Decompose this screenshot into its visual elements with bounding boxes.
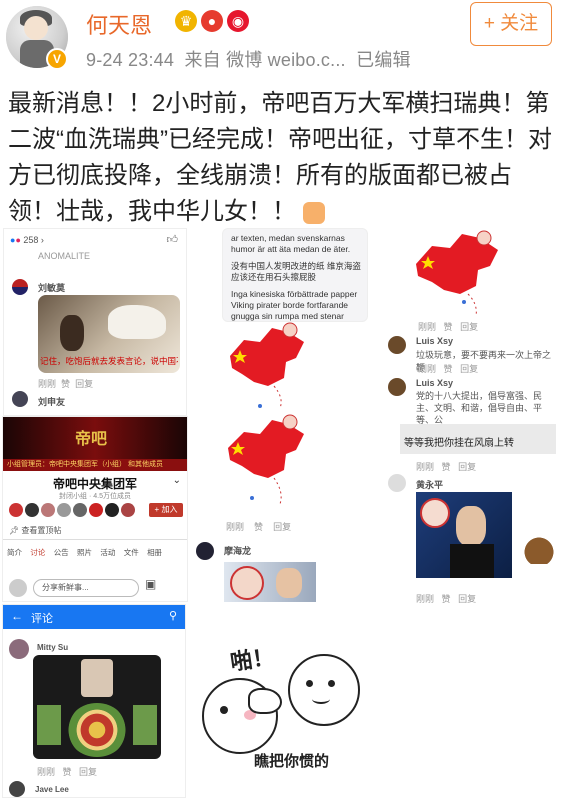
post-source[interactable]: 来自 微博 weibo.c... (184, 50, 345, 70)
tab-events[interactable]: 活动 (100, 548, 115, 557)
comment-actions[interactable]: 刚刚 赞 回复 (418, 320, 478, 333)
china-map-2 (228, 414, 304, 505)
comment-user: Jave Lee (35, 785, 69, 794)
pin-icon: 📌︎ (9, 526, 20, 535)
user-avatar (9, 579, 27, 597)
comments-title: 评论 (31, 613, 53, 625)
pinned-posts[interactable]: 📌︎ 查看置顶帖 (9, 525, 61, 536)
post-meta: 9-24 23:44 来自 微博 weibo.c... 已编辑 (86, 46, 411, 72)
tab-photos[interactable]: 照片 (77, 548, 92, 557)
comment-user: 黄永平 (416, 480, 444, 490)
comment-user: 刘敏莫 (38, 283, 66, 293)
meme-photo (224, 562, 316, 602)
meme-photo (416, 492, 512, 578)
weibo-icon: ◉ (227, 10, 249, 32)
poop-icon (524, 524, 554, 564)
comment-user: Mitty Su (37, 643, 69, 652)
comment-user: Luis Xsy (416, 378, 454, 388)
join-button[interactable]: + 加入 (149, 503, 183, 517)
hands-emoji-icon (302, 201, 325, 224)
comment-actions[interactable]: 刚刚 赞 回复 (226, 520, 291, 533)
author-name[interactable]: 何天恩 (86, 8, 152, 40)
right-face (288, 654, 360, 726)
photo-caption: 记住，吃饱后就去发表言论，说中国不好 (40, 356, 178, 366)
post-image-4[interactable]: 帝吧 小组管理员：帝吧中央集团军（小组） 和其他成员 帝吧中央集团军 ⌄ 封闭小… (2, 416, 188, 602)
user-badges: ♛ ● ◉ (175, 10, 253, 32)
lightbulb-icon: ● (201, 10, 223, 32)
post-image-5[interactable]: ← 评论 ⚲ Mitty Su 刚刚 赞 回复 Jave Lee (2, 604, 186, 798)
slap-hand (248, 688, 282, 714)
user-avatar (12, 279, 28, 295)
back-arrow-icon[interactable]: ← (11, 609, 23, 623)
comment-snippet: ANOMALITE (38, 251, 91, 261)
post-image-6[interactable]: 摩海龙 (196, 538, 320, 608)
chevron-down-icon[interactable]: ⌄ (173, 475, 181, 486)
post-image-3[interactable]: 刚刚 赞 回复 Luis Xsy 垃圾玩意，要不要再来一次上帝之鞭 刚刚 赞 回… (386, 228, 560, 608)
tab-announcements[interactable]: 公告 (54, 548, 69, 557)
follow-button[interactable]: + 关注 (470, 2, 552, 46)
post-image-2[interactable]: ar texten, medan svenskarnas humor är at… (222, 228, 368, 322)
comment-actions[interactable]: 刚刚 赞 回复 (416, 592, 476, 605)
meme-caption: 瞧把你惯的 (254, 753, 330, 770)
comment-actions[interactable]: 刚刚 赞 回复 (416, 460, 476, 473)
comment-text: 党的十八大提出，倡导富强、民主、文明、和谐，倡导自由、平等、公 (416, 391, 543, 425)
group-subtitle: 封闭小组 · 4.5万位成员 (59, 493, 131, 500)
group-name[interactable]: 帝吧中央集团军 (3, 475, 187, 492)
post-time: 9-24 23:44 (86, 50, 175, 70)
comment-actions[interactable]: 刚刚 赞 回复 (418, 362, 478, 375)
group-banner: 帝吧 (3, 417, 187, 459)
like-icon[interactable]: 👍︎ (167, 233, 179, 246)
user-avatar (9, 639, 29, 659)
comment-actions[interactable]: 刚刚 赞 回复 (38, 377, 93, 390)
post-image-1[interactable]: ●● 258 › 👍︎ ANOMALITE 刘敏莫 记住，吃饱后就去发表言论，说… (3, 228, 187, 416)
translated-comment: ar texten, medan svenskarnas humor är at… (231, 233, 361, 321)
comment-user: 摩海龙 (224, 546, 252, 556)
post-text: 最新消息！！2小时前，帝吧百万大军横扫瑞典！第二波“血洗瑞典”已经完成！帝吧出征… (8, 90, 552, 225)
tab-discussion[interactable]: 讨论 (30, 548, 45, 557)
user-avatar (388, 378, 406, 396)
search-icon[interactable]: ⚲ (169, 609, 177, 622)
comment-user: Luis Xsy (416, 336, 454, 346)
group-tabs[interactable]: 简介 讨论 公告 照片 活动 文件 相册 (7, 547, 162, 558)
edited-label: 已编辑 (356, 50, 411, 70)
slap-text: 啪！ (228, 644, 276, 675)
comments-header: ← 评论 ⚲ (3, 605, 185, 629)
member-avatars (9, 503, 143, 519)
comment-user: 刘申友 (38, 397, 66, 407)
china-map-1 (230, 322, 304, 409)
china-map-3 (416, 230, 498, 317)
crown-icon: ♛ (175, 10, 197, 32)
dog-photo: 记住，吃饱后就去发表言论，说中国不好 (38, 295, 180, 373)
user-avatar (196, 542, 214, 560)
user-avatar (388, 474, 406, 492)
user-avatar (388, 336, 406, 354)
post-image-7[interactable]: 啪！ 瞧把你惯的 (192, 628, 364, 784)
compose-input[interactable]: 分享新鲜事... (33, 579, 139, 597)
admin-line: 小组管理员：帝吧中央集团军（小组） 和其他成员 (3, 459, 187, 471)
verified-badge-icon: V (46, 48, 68, 70)
tab-files[interactable]: 文件 (124, 548, 139, 557)
photo-icon[interactable]: ▣ (145, 577, 156, 591)
tab-intro[interactable]: 简介 (7, 548, 22, 557)
user-avatar (12, 391, 28, 407)
tab-albums[interactable]: 相册 (147, 548, 162, 557)
reaction-count: ●● 258 › (10, 235, 44, 245)
user-avatar (9, 781, 25, 797)
comment-actions[interactable]: 刚刚 赞 回复 (37, 765, 97, 778)
meme-banner: 等等我把你挂在风扇上转 (400, 424, 556, 454)
memorial-photo (33, 655, 161, 759)
